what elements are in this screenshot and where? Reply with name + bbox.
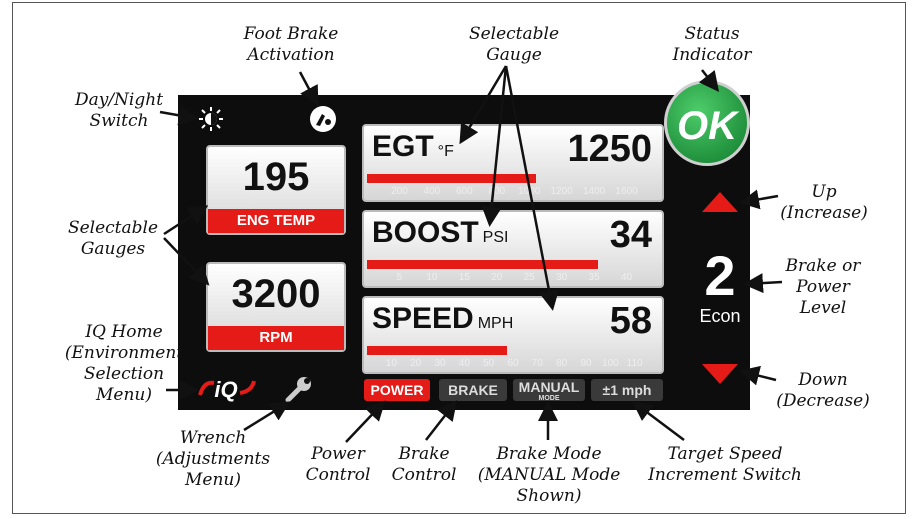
arrow-target-speed bbox=[632, 401, 685, 441]
arrow-gauges-top bbox=[163, 205, 209, 236]
callout-arrows bbox=[159, 65, 783, 443]
arrow-status bbox=[698, 69, 720, 92]
arrow-gauge-speed bbox=[504, 65, 559, 311]
arrow-power bbox=[345, 400, 386, 443]
arrow-day-night bbox=[159, 105, 199, 126]
arrow-up bbox=[739, 189, 779, 210]
arrow-wrench bbox=[243, 401, 291, 432]
arrow-down bbox=[739, 365, 777, 386]
arrow-gauges-bottom bbox=[163, 237, 210, 286]
arrow-foot-brake bbox=[298, 71, 319, 107]
arrow-brake bbox=[425, 400, 458, 441]
arrow-level bbox=[743, 273, 783, 294]
